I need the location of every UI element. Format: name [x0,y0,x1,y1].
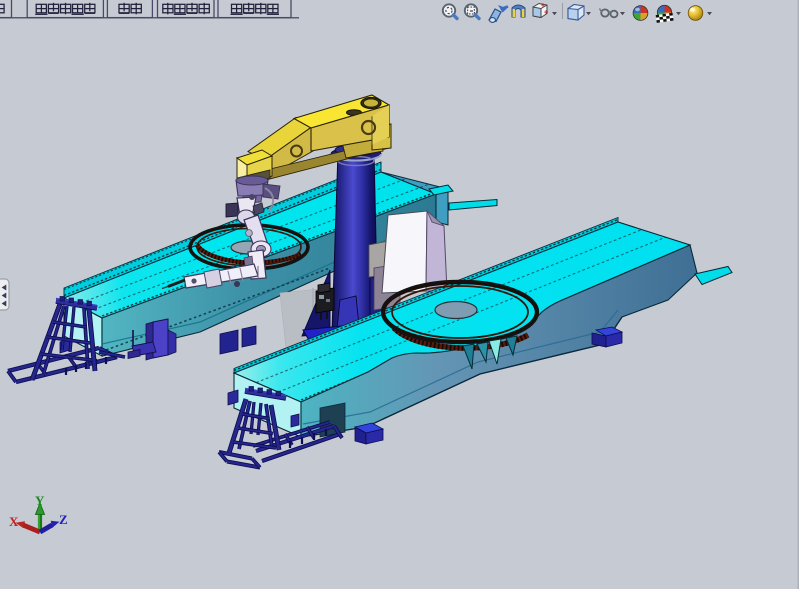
svg-text:X: X [9,514,19,529]
svg-text:Y: Y [35,493,45,508]
svg-text:+: + [541,3,545,10]
svg-text:Z: Z [59,512,68,527]
svg-text:+: + [544,10,548,17]
